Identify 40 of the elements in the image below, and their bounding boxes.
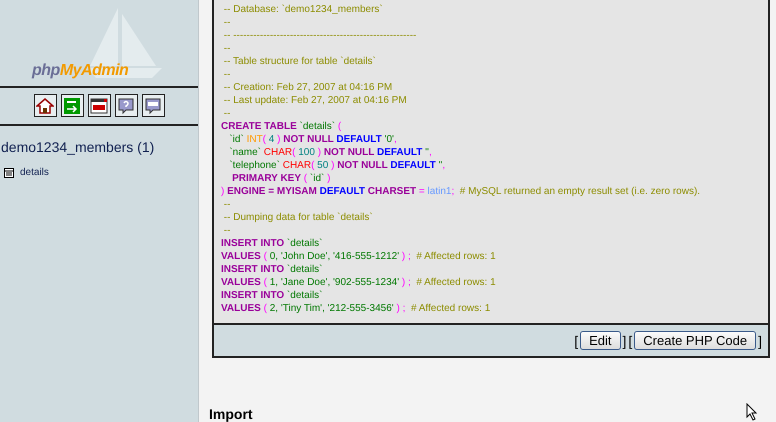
bracket: ] (758, 332, 762, 348)
code-line: INSERT INTO `details` (221, 263, 324, 276)
code-line: -- (222, 224, 232, 237)
table-icon[interactable] (4, 168, 14, 178)
code-line: -- (222, 16, 232, 29)
code-line: VALUES ( 0, 'John Doe', '416-555-1212' ) ; # Affected rows: 1 (221, 250, 497, 263)
code-line: -- Dumping data for table `details` (222, 211, 374, 224)
code-line: ) ENGINE = MYISAM DEFAULT CHARSET = latin1; # MySQL returned an empty result set (i.e. zero rows). (221, 185, 702, 198)
table-link[interactable]: details (20, 167, 49, 178)
code-line: `name` CHAR( 100 ) NOT NULL DEFAULT '', (228, 146, 433, 159)
query-icon[interactable] (142, 94, 164, 117)
section-heading: Import (209, 406, 253, 422)
action-button[interactable]: Edit (580, 331, 620, 350)
home-icon[interactable] (34, 94, 56, 117)
code-line: -- ------------------------------------------------------- (222, 29, 418, 42)
code-line: PRIMARY KEY ( `id` ) (231, 172, 332, 185)
database-link[interactable]: demo1234_members (1) (0, 126, 198, 155)
code-line: `id` INT( 4 ) NOT NULL DEFAULT '0', (228, 133, 398, 146)
code-line: -- (222, 198, 232, 211)
exit-icon[interactable] (60, 94, 84, 117)
bracket: ] (622, 332, 626, 348)
code-line: VALUES ( 2, 'Tiny Tim', '212-555-3456' ) ; # Affected rows: 1 (221, 302, 492, 315)
logo-text: phpMyAdmin (32, 62, 128, 80)
code-line: -- (222, 107, 232, 120)
code-line: VALUES ( 1, 'Jane Doe', '902-555-1234' ) ; # Affected rows: 1 (221, 276, 497, 289)
code-line: INSERT INTO `details` (221, 237, 324, 250)
code-line: -- Table structure for table `details` (222, 55, 377, 68)
code-line: -- (222, 68, 232, 81)
code-line: -- Last update: Feb 27, 2007 at 04:16 PM (222, 94, 408, 107)
action-button[interactable]: Create PHP Code (634, 331, 756, 350)
window-icon[interactable] (88, 94, 110, 117)
code-line: `telephone` CHAR( 50 ) NOT NULL DEFAULT '', (228, 159, 446, 172)
bracket: [ (628, 332, 632, 348)
code-line: INSERT INTO `details` (221, 289, 324, 302)
help-icon[interactable] (114, 94, 138, 117)
bracket: [ (574, 332, 578, 348)
code-line: -- Creation: Feb 27, 2007 at 04:16 PM (222, 81, 394, 94)
code-line: -- (222, 42, 232, 55)
code-line: CREATE TABLE `details` ( (221, 120, 342, 133)
code-line: -- Database: `demo1234_members` (222, 3, 384, 16)
